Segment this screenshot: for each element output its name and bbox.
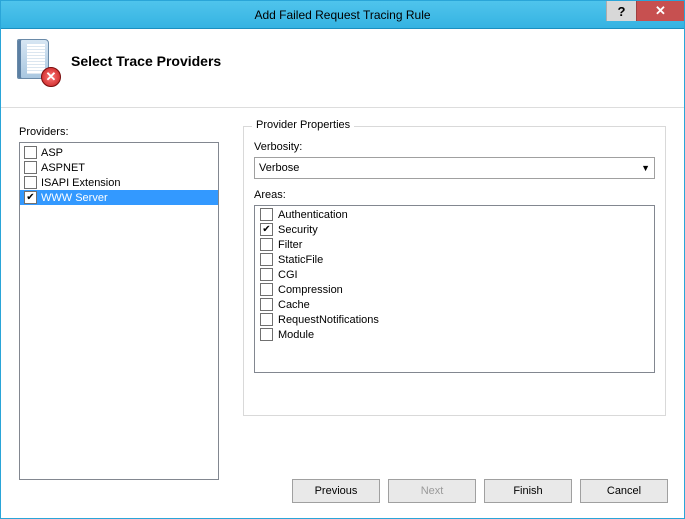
error-badge-icon: ✕ bbox=[41, 67, 61, 87]
area-item[interactable]: Module bbox=[255, 327, 654, 342]
page-title: Select Trace Providers bbox=[71, 53, 221, 69]
chevron-down-icon: ▼ bbox=[641, 163, 650, 173]
providers-column: Providers: ASP ASPNET ISAPI Extension WWW S… bbox=[19, 126, 219, 480]
areas-row: Areas: Authentication Security Filter Stati… bbox=[254, 189, 655, 373]
finish-button[interactable]: Finish bbox=[484, 479, 572, 503]
area-item[interactable]: StaticFile bbox=[255, 252, 654, 267]
provider-item-label: ISAPI Extension bbox=[41, 177, 121, 189]
provider-properties-group: Provider Properties Verbosity: Verbose ▼… bbox=[243, 126, 666, 416]
area-checkbox[interactable] bbox=[260, 298, 273, 311]
area-checkbox[interactable] bbox=[260, 238, 273, 251]
verbosity-row: Verbosity: Verbose ▼ bbox=[254, 141, 655, 179]
provider-item-label: ASPNET bbox=[41, 162, 85, 174]
area-item-label: CGI bbox=[278, 269, 298, 281]
help-button[interactable]: ? bbox=[606, 1, 636, 21]
area-item-label: RequestNotifications bbox=[278, 314, 379, 326]
providers-label: Providers: bbox=[19, 126, 219, 138]
provider-properties-title: Provider Properties bbox=[252, 119, 354, 131]
area-checkbox[interactable] bbox=[260, 253, 273, 266]
provider-item[interactable]: ASP bbox=[20, 145, 218, 160]
tracing-rule-icon: ✕ bbox=[17, 39, 57, 83]
area-item-label: Security bbox=[278, 224, 318, 236]
wizard-footer: Previous Next Finish Cancel bbox=[1, 464, 684, 518]
area-item[interactable]: Cache bbox=[255, 297, 654, 312]
area-item-label: Compression bbox=[278, 284, 343, 296]
window-title: Add Failed Request Tracing Rule bbox=[254, 8, 430, 22]
area-checkbox[interactable] bbox=[260, 283, 273, 296]
area-item-label: Module bbox=[278, 329, 314, 341]
area-item[interactable]: Compression bbox=[255, 282, 654, 297]
area-item[interactable]: Filter bbox=[255, 237, 654, 252]
verbosity-select[interactable]: Verbose ▼ bbox=[254, 157, 655, 179]
area-checkbox[interactable] bbox=[260, 208, 273, 221]
provider-item[interactable]: ASPNET bbox=[20, 160, 218, 175]
titlebar: Add Failed Request Tracing Rule ? ✕ bbox=[1, 1, 684, 29]
area-item[interactable]: Security bbox=[255, 222, 654, 237]
properties-column: Provider Properties Verbosity: Verbose ▼… bbox=[243, 126, 666, 480]
next-button: Next bbox=[388, 479, 476, 503]
provider-item-label: WWW Server bbox=[41, 192, 108, 204]
close-button[interactable]: ✕ bbox=[636, 1, 684, 21]
provider-item[interactable]: WWW Server bbox=[20, 190, 218, 205]
provider-checkbox[interactable] bbox=[24, 191, 37, 204]
previous-button[interactable]: Previous bbox=[292, 479, 380, 503]
wizard-header: ✕ Select Trace Providers bbox=[1, 29, 684, 108]
area-item-label: Cache bbox=[278, 299, 310, 311]
provider-item-label: ASP bbox=[41, 147, 63, 159]
content-area: Providers: ASP ASPNET ISAPI Extension WWW S… bbox=[1, 108, 684, 480]
help-icon: ? bbox=[618, 4, 626, 19]
area-item-label: Authentication bbox=[278, 209, 348, 221]
close-icon: ✕ bbox=[655, 3, 666, 19]
area-item-label: StaticFile bbox=[278, 254, 323, 266]
area-item[interactable]: RequestNotifications bbox=[255, 312, 654, 327]
verbosity-label: Verbosity: bbox=[254, 141, 655, 153]
areas-list[interactable]: Authentication Security Filter StaticFile CG… bbox=[254, 205, 655, 373]
areas-label: Areas: bbox=[254, 189, 655, 201]
area-checkbox[interactable] bbox=[260, 313, 273, 326]
provider-item[interactable]: ISAPI Extension bbox=[20, 175, 218, 190]
area-item[interactable]: Authentication bbox=[255, 207, 654, 222]
area-item[interactable]: CGI bbox=[255, 267, 654, 282]
verbosity-value: Verbose bbox=[259, 162, 299, 174]
provider-checkbox[interactable] bbox=[24, 146, 37, 159]
dialog-window: Add Failed Request Tracing Rule ? ✕ ✕ Se… bbox=[0, 0, 685, 519]
providers-list[interactable]: ASP ASPNET ISAPI Extension WWW Server bbox=[19, 142, 219, 480]
area-checkbox[interactable] bbox=[260, 268, 273, 281]
provider-checkbox[interactable] bbox=[24, 176, 37, 189]
area-checkbox[interactable] bbox=[260, 328, 273, 341]
area-item-label: Filter bbox=[278, 239, 302, 251]
provider-checkbox[interactable] bbox=[24, 161, 37, 174]
cancel-button[interactable]: Cancel bbox=[580, 479, 668, 503]
titlebar-buttons: ? ✕ bbox=[606, 1, 684, 28]
area-checkbox[interactable] bbox=[260, 223, 273, 236]
